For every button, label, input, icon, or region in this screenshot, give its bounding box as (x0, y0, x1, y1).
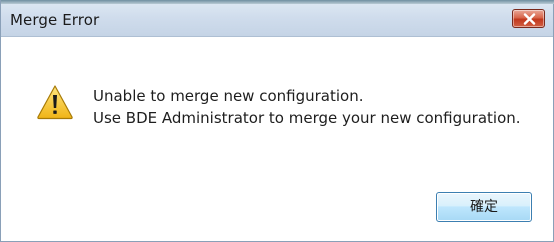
title-bar[interactable]: Merge Error (1, 4, 553, 37)
ok-button[interactable]: 確定 (436, 192, 532, 222)
window-title: Merge Error (10, 11, 100, 29)
close-button[interactable] (512, 9, 545, 28)
warning-triangle-icon (37, 85, 73, 120)
close-x-icon (523, 13, 536, 25)
error-message-line-1: Unable to merge new configuration. (93, 87, 364, 105)
error-message-line-2: Use BDE Administrator to merge your new … (93, 109, 521, 127)
merge-error-dialog: Merge Error Unable to merge new configur… (0, 0, 554, 242)
